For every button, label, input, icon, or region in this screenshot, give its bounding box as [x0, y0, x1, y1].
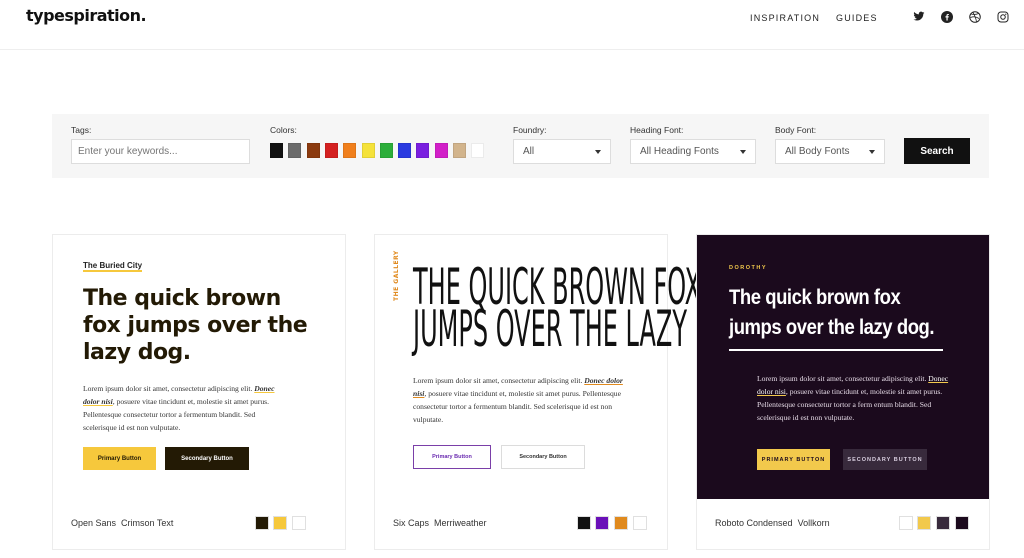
card-kicker: THE GALLERY [393, 250, 400, 301]
secondary-button[interactable]: SECONDARY BUTTON [843, 449, 927, 470]
body-font-name[interactable]: Merriweather [434, 518, 487, 528]
heading-font-name[interactable]: Six Caps [393, 518, 429, 528]
color-swatch[interactable] [343, 143, 357, 158]
colors-label: Colors: [270, 125, 297, 135]
heading-line: jumps over the lazy dog. [729, 316, 935, 339]
card-footer: Six Caps Merriweather [375, 499, 667, 551]
search-button[interactable]: Search [904, 138, 970, 164]
palette-swatch [577, 516, 591, 530]
color-swatch[interactable] [453, 143, 466, 158]
card-preview: The Buried City The quick brown fox jump… [53, 235, 345, 499]
font-pair: Roboto Condensed Vollkorn [715, 518, 830, 528]
palette-swatch [255, 516, 269, 530]
heading-font-name[interactable]: Roboto Condensed [715, 518, 793, 528]
logo-dot: . [140, 6, 147, 25]
palette-swatch [614, 516, 628, 530]
instagram-icon[interactable] [996, 10, 1009, 23]
palette-swatch [273, 516, 287, 530]
chevron-down-icon [740, 150, 746, 154]
color-swatch[interactable] [471, 143, 485, 158]
card-preview: THE GALLERY THE QUICK BROWN FOX JUMPS OV… [375, 235, 759, 499]
type-card-2[interactable]: THE GALLERY THE QUICK BROWN FOX JUMPS OV… [374, 234, 759, 551]
palette-swatch [917, 516, 931, 530]
body-font-name[interactable]: Vollkorn [798, 518, 830, 528]
color-swatch[interactable] [379, 143, 393, 158]
card-kicker-vertical: THE GALLERY [393, 250, 405, 301]
filter-bar: Tags: Colors: Foundry: All Heading Font:… [52, 114, 989, 178]
palette-swatch [936, 516, 950, 530]
card-preview: DOROTHY The quick brown fox jumps over t… [697, 235, 989, 499]
card-body-text: Lorem ipsum dolor sit amet, consectetur … [83, 382, 288, 434]
twitter-icon[interactable] [912, 10, 925, 23]
heading-line: JUMPS OVER THE LAZY DOG. [413, 300, 759, 358]
body-line: Lorem ipsum dolor sit amet, consectetur … [413, 376, 583, 385]
card-kicker: DOROTHY [729, 265, 767, 271]
palette-swatch [955, 516, 969, 530]
body-font-value: All Body Fonts [785, 146, 850, 157]
palette-swatch [899, 516, 913, 530]
tags-label: Tags: [71, 125, 92, 135]
body-line: Lorem ipsum dolor sit amet, consectetur … [83, 384, 253, 393]
card-heading: The quick brown fox jumps over the lazy … [83, 286, 308, 365]
nav-inspiration[interactable]: INSPIRATION [750, 13, 820, 23]
type-card-1[interactable]: The Buried City The quick brown fox jump… [52, 234, 346, 550]
heading-font-value: All Heading Fonts [640, 146, 719, 157]
card-footer: Open Sans Crimson Text [53, 499, 345, 551]
primary-button[interactable]: Primary Button [83, 447, 156, 470]
body-font-select[interactable]: All Body Fonts [775, 139, 885, 164]
facebook-icon[interactable] [940, 10, 953, 23]
primary-button[interactable]: PRIMARY BUTTON [757, 449, 830, 470]
font-pair: Open Sans Crimson Text [71, 518, 173, 528]
card-body-text: Lorem ipsum dolor sit amet, consectetur … [757, 372, 952, 424]
chevron-down-icon [595, 150, 601, 154]
body-rest: , posuere vitae tincidunt et, molestie s… [413, 389, 621, 424]
palette-swatch [595, 516, 609, 530]
tags-input[interactable] [71, 139, 250, 164]
color-swatch[interactable] [361, 143, 375, 158]
card-kicker: The Buried City [83, 261, 143, 272]
color-swatch[interactable] [324, 143, 338, 158]
card-body-text: Lorem ipsum dolor sit amet, consectetur … [413, 374, 623, 426]
body-font-name[interactable]: Crimson Text [121, 518, 173, 528]
card-heading: THE QUICK BROWN FOX JUMPS OVER THE LAZY … [413, 262, 759, 358]
heading-divider [729, 349, 943, 351]
foundry-label: Foundry: [513, 125, 547, 135]
card-footer: Roboto Condensed Vollkorn [697, 499, 989, 551]
color-swatch[interactable] [288, 143, 302, 158]
palette-swatch [292, 516, 306, 530]
type-card-3[interactable]: DOROTHY The quick brown fox jumps over t… [696, 234, 990, 550]
palette-swatch [633, 516, 647, 530]
heading-font-label: Heading Font: [630, 125, 684, 135]
color-swatch[interactable] [434, 143, 448, 158]
heading-line: The quick brown fox [729, 286, 901, 309]
body-line: Lorem ipsum dolor sit amet, consectetur … [757, 374, 927, 383]
foundry-select[interactable]: All [513, 139, 611, 164]
nav-guides[interactable]: GUIDES [836, 13, 878, 23]
body-font-label: Body Font: [775, 125, 817, 135]
heading-font-select[interactable]: All Heading Fonts [630, 139, 756, 164]
color-swatch[interactable] [416, 143, 430, 158]
site-logo[interactable]: typespiration. [26, 6, 147, 25]
font-pair: Six Caps Merriweather [393, 518, 487, 528]
site-header: typespiration. INSPIRATION GUIDES [0, 0, 1024, 50]
dribbble-icon[interactable] [968, 10, 981, 23]
logo-text: typespiration [26, 6, 141, 25]
foundry-value: All [523, 146, 535, 157]
secondary-button[interactable]: Secondary Button [501, 445, 585, 469]
primary-button[interactable]: Primary Button [413, 445, 491, 469]
color-swatch[interactable] [306, 143, 320, 158]
chevron-down-icon [869, 150, 875, 154]
color-swatch[interactable] [398, 143, 412, 158]
secondary-button[interactable]: Secondary Button [165, 447, 249, 470]
color-swatch[interactable] [270, 143, 283, 158]
card-heading: The quick brown fox jumps over the lazy … [729, 283, 945, 343]
heading-font-name[interactable]: Open Sans [71, 518, 116, 528]
